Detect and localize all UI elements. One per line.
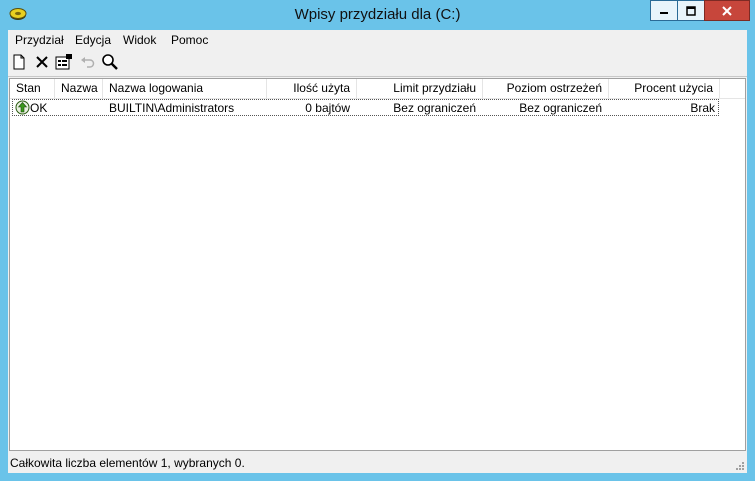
- undo-button[interactable]: [79, 53, 97, 71]
- warning-cell: Bez ograniczeń: [519, 101, 602, 115]
- search-icon: [102, 54, 118, 70]
- close-button[interactable]: [704, 0, 750, 21]
- ok-status-icon: [15, 100, 31, 115]
- new-document-icon: [13, 54, 25, 70]
- menu-quota[interactable]: Przydział: [15, 33, 64, 47]
- undo-icon: [81, 57, 95, 68]
- maximize-button[interactable]: [677, 0, 704, 21]
- minimize-button[interactable]: [650, 0, 677, 21]
- client-area: Przydział Edycja Widok Pomoc Stan Nazwa …: [8, 30, 747, 473]
- column-header-limit[interactable]: Limit przydziału: [357, 79, 483, 98]
- window-title: Wpisy przydziału dla (C:): [294, 6, 461, 23]
- quota-entries-window: Wpisy przydziału dla (C:) Przydział Edyc…: [0, 0, 755, 481]
- column-header-used[interactable]: Ilość użyta: [267, 79, 357, 98]
- name-cell: [63, 101, 103, 116]
- status-text: Całkowita liczba elementów 1, wybranych …: [10, 456, 245, 470]
- column-header-percent[interactable]: Procent użycia: [609, 79, 720, 98]
- delete-icon: [36, 56, 48, 68]
- properties-icon: [55, 54, 72, 70]
- status-text: OK: [30, 101, 48, 115]
- menu-view[interactable]: Widok: [123, 33, 156, 47]
- column-header-login[interactable]: Nazwa logowania: [103, 79, 267, 98]
- login-cell: BUILTIN\Administrators: [109, 101, 235, 115]
- column-header-name[interactable]: Nazwa: [55, 79, 103, 98]
- find-button[interactable]: [101, 53, 119, 71]
- menu-help[interactable]: Pomoc: [171, 33, 208, 47]
- properties-button[interactable]: [55, 53, 73, 71]
- limit-cell: Bez ograniczeń: [393, 101, 476, 115]
- delete-button[interactable]: [33, 53, 51, 71]
- close-icon: [722, 5, 732, 16]
- toolbar-divider: [8, 76, 747, 77]
- status-bar: Całkowita liczba elementów 1, wybranych …: [8, 452, 747, 473]
- quota-entries-list[interactable]: Stan Nazwa Nazwa logowania Ilość użyta L…: [9, 78, 746, 451]
- new-quota-entry-button[interactable]: [10, 53, 28, 71]
- column-header-warning[interactable]: Poziom ostrzeżeń: [483, 79, 609, 98]
- resize-grip-icon[interactable]: [735, 461, 745, 471]
- table-row[interactable]: OK BUILTIN\Administrators 0 bajtów Bez o…: [12, 99, 719, 116]
- list-header: Stan Nazwa Nazwa logowania Ilość użyta L…: [10, 79, 745, 99]
- title-bar[interactable]: Wpisy przydziału dla (C:): [0, 0, 755, 30]
- toolbar: [8, 51, 747, 75]
- column-header-status[interactable]: Stan: [10, 79, 55, 98]
- minimize-icon: [660, 11, 668, 14]
- maximize-icon: [686, 5, 696, 16]
- menu-bar: Przydział Edycja Widok Pomoc: [8, 30, 747, 50]
- menu-edit[interactable]: Edycja: [75, 33, 111, 47]
- percent-cell: Brak: [690, 101, 715, 115]
- used-cell: 0 bajtów: [305, 101, 350, 115]
